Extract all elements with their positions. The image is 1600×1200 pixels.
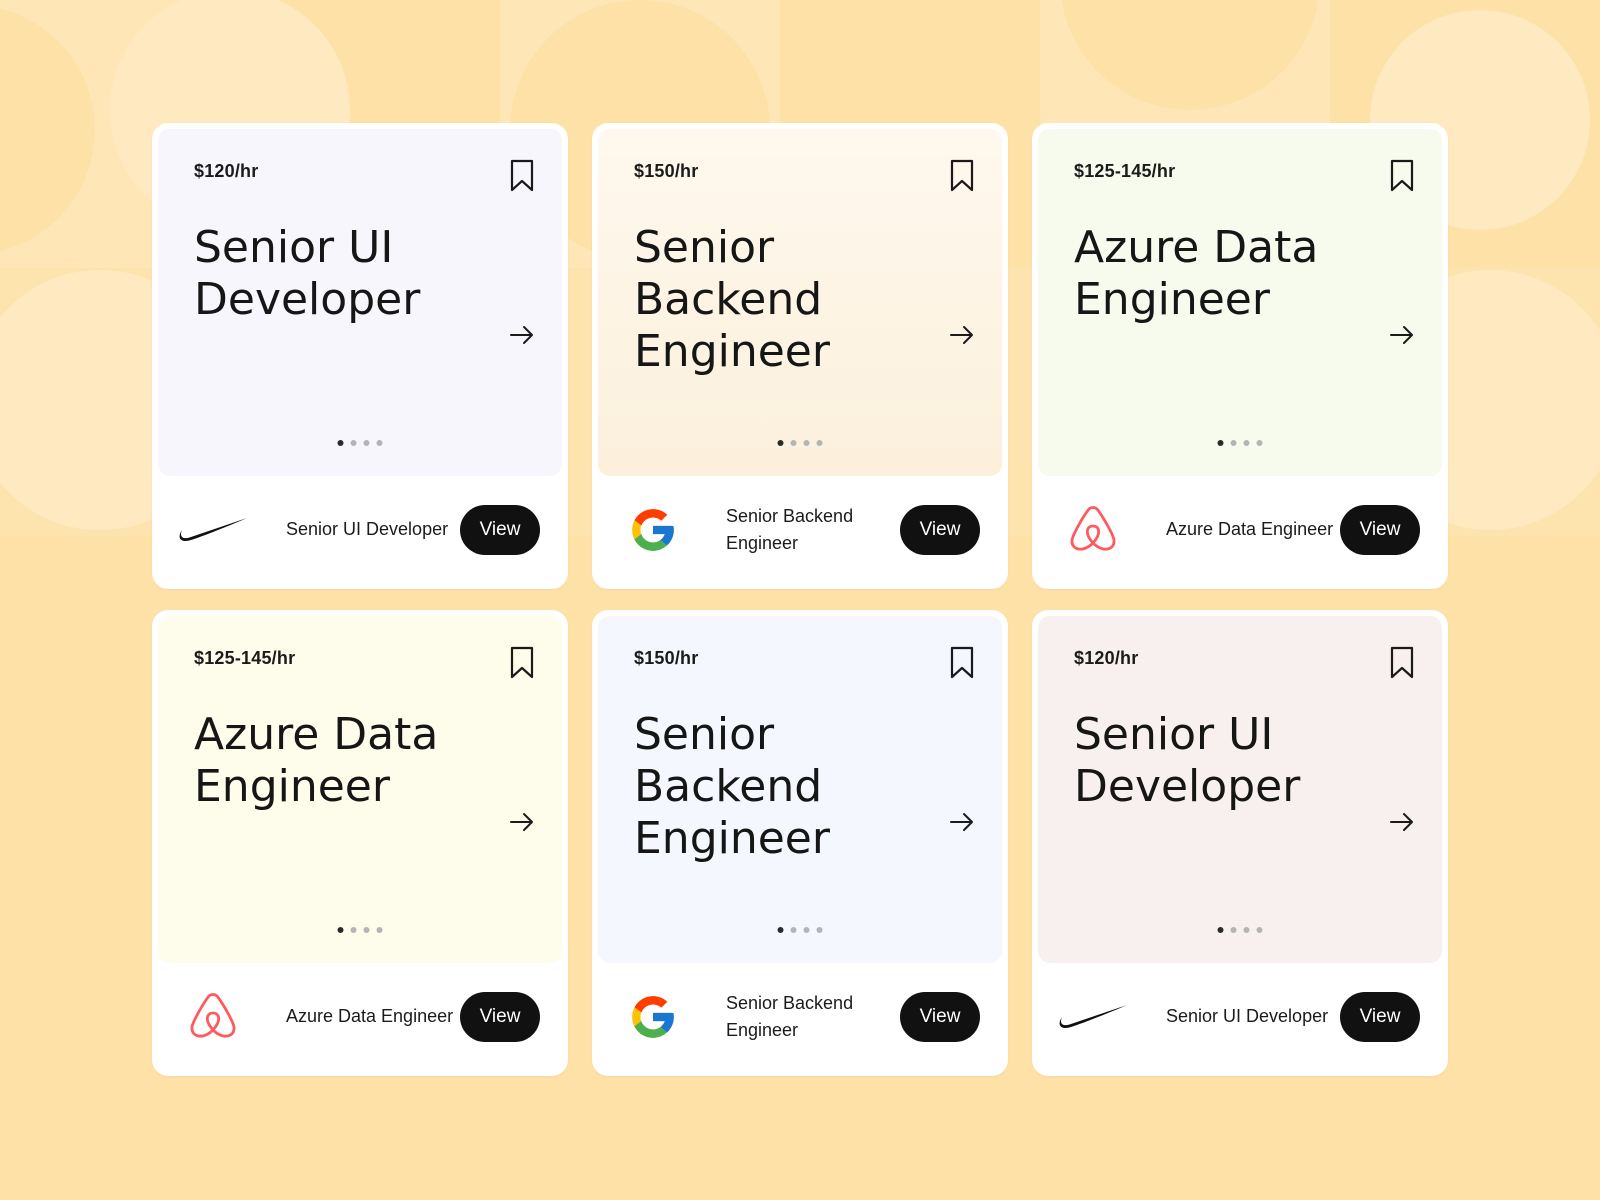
carousel-dot-active[interactable] bbox=[1217, 440, 1224, 446]
bookmark-icon[interactable] bbox=[510, 159, 534, 193]
carousel-dot[interactable] bbox=[803, 927, 810, 933]
arrow-right-icon[interactable] bbox=[948, 812, 976, 832]
job-card-footer: Senior Backend Engineer View bbox=[598, 476, 1002, 583]
job-card[interactable]: $150/hr Senior Backend Engineer Senior B… bbox=[592, 610, 1008, 1076]
carousel-dots bbox=[777, 927, 823, 933]
google-logo bbox=[618, 990, 688, 1044]
carousel-dots bbox=[1217, 927, 1263, 933]
airbnb-logo bbox=[1058, 503, 1128, 557]
carousel-dot[interactable] bbox=[790, 927, 797, 933]
carousel-dot[interactable] bbox=[803, 440, 810, 446]
view-button[interactable]: View bbox=[460, 991, 540, 1042]
google-logo bbox=[618, 503, 688, 557]
carousel-dots bbox=[337, 440, 383, 446]
job-card-footer: Azure Data Engineer View bbox=[1038, 476, 1442, 583]
bookmark-icon[interactable] bbox=[510, 646, 534, 680]
carousel-dot[interactable] bbox=[363, 440, 370, 446]
arrow-right-icon[interactable] bbox=[508, 812, 536, 832]
carousel-dot[interactable] bbox=[376, 927, 383, 933]
carousel-dot[interactable] bbox=[350, 927, 357, 933]
view-button[interactable]: View bbox=[1340, 504, 1420, 555]
bookmark-icon[interactable] bbox=[950, 159, 974, 193]
job-card-footer: Senior Backend Engineer View bbox=[598, 963, 1002, 1070]
job-title: Azure Data Engineer bbox=[194, 709, 439, 812]
job-card[interactable]: $120/hr Senior UI Developer Senior UI De… bbox=[152, 123, 568, 589]
job-card[interactable]: $125-145/hr Azure Data Engineer Azure Da… bbox=[152, 610, 568, 1076]
company-job-title: Azure Data Engineer bbox=[286, 1006, 454, 1026]
job-title: Senior UI Developer bbox=[1074, 709, 1301, 812]
job-card-footer: Senior UI Developer View bbox=[158, 476, 562, 583]
nike-logo bbox=[178, 503, 248, 557]
job-title: Azure Data Engineer bbox=[1074, 222, 1319, 325]
job-card-preview[interactable]: $120/hr Senior UI Developer bbox=[158, 129, 562, 476]
job-card[interactable]: $120/hr Senior UI Developer Senior UI De… bbox=[1032, 610, 1448, 1076]
carousel-dot-active[interactable] bbox=[777, 440, 784, 446]
carousel-dots bbox=[337, 927, 383, 933]
hourly-rate: $150/hr bbox=[634, 161, 699, 181]
nike-logo bbox=[1058, 990, 1128, 1044]
job-card-preview[interactable]: $150/hr Senior Backend Engineer bbox=[598, 616, 1002, 963]
carousel-dot[interactable] bbox=[816, 440, 823, 446]
carousel-dot[interactable] bbox=[363, 927, 370, 933]
carousel-dot-active[interactable] bbox=[337, 440, 344, 446]
hourly-rate: $125-145/hr bbox=[1074, 161, 1176, 181]
airbnb-logo bbox=[178, 990, 248, 1044]
bookmark-icon[interactable] bbox=[1390, 159, 1414, 193]
hourly-rate: $125-145/hr bbox=[194, 648, 296, 668]
company-job-title: Senior UI Developer bbox=[1166, 1006, 1329, 1026]
job-title: Senior UI Developer bbox=[194, 222, 421, 325]
hourly-rate: $120/hr bbox=[1074, 648, 1139, 668]
job-card[interactable]: $125-145/hr Azure Data Engineer Azure Da… bbox=[1032, 123, 1448, 589]
carousel-dot[interactable] bbox=[1256, 440, 1263, 446]
carousel-dot[interactable] bbox=[1230, 440, 1237, 446]
job-card[interactable]: $150/hr Senior Backend Engineer Senior B… bbox=[592, 123, 1008, 589]
company-job-title: Senior Backend Engineer bbox=[726, 992, 854, 1040]
arrow-right-icon[interactable] bbox=[948, 325, 976, 345]
job-card-footer: Senior UI Developer View bbox=[1038, 963, 1442, 1070]
carousel-dots bbox=[1217, 440, 1263, 446]
carousel-dot-active[interactable] bbox=[777, 927, 784, 933]
view-button[interactable]: View bbox=[900, 991, 980, 1042]
bookmark-icon[interactable] bbox=[1390, 646, 1414, 680]
job-card-preview[interactable]: $125-145/hr Azure Data Engineer bbox=[1038, 129, 1442, 476]
view-button[interactable]: View bbox=[460, 504, 540, 555]
company-job-title: Senior Backend Engineer bbox=[726, 505, 854, 553]
job-card-preview[interactable]: $125-145/hr Azure Data Engineer bbox=[158, 616, 562, 963]
carousel-dot[interactable] bbox=[350, 440, 357, 446]
view-button[interactable]: View bbox=[900, 504, 980, 555]
carousel-dot-active[interactable] bbox=[337, 927, 344, 933]
job-title: Senior Backend Engineer bbox=[634, 222, 830, 377]
job-title: Senior Backend Engineer bbox=[634, 709, 830, 864]
view-button[interactable]: View bbox=[1340, 991, 1420, 1042]
arrow-right-icon[interactable] bbox=[508, 325, 536, 345]
arrow-right-icon[interactable] bbox=[1388, 325, 1416, 345]
job-card-preview[interactable]: $150/hr Senior Backend Engineer bbox=[598, 129, 1002, 476]
job-card-preview[interactable]: $120/hr Senior UI Developer bbox=[1038, 616, 1442, 963]
carousel-dot[interactable] bbox=[816, 927, 823, 933]
company-job-title: Azure Data Engineer bbox=[1166, 519, 1334, 539]
hourly-rate: $150/hr bbox=[634, 648, 699, 668]
carousel-dot[interactable] bbox=[376, 440, 383, 446]
carousel-dot[interactable] bbox=[1256, 927, 1263, 933]
job-card-footer: Azure Data Engineer View bbox=[158, 963, 562, 1070]
hourly-rate: $120/hr bbox=[194, 161, 259, 181]
carousel-dot-active[interactable] bbox=[1217, 927, 1224, 933]
carousel-dot[interactable] bbox=[1243, 440, 1250, 446]
carousel-dot[interactable] bbox=[790, 440, 797, 446]
arrow-right-icon[interactable] bbox=[1388, 812, 1416, 832]
carousel-dot[interactable] bbox=[1243, 927, 1250, 933]
job-card-grid: $120/hr Senior UI Developer Senior UI De… bbox=[152, 123, 1448, 1076]
carousel-dot[interactable] bbox=[1230, 927, 1237, 933]
carousel-dots bbox=[777, 440, 823, 446]
bookmark-icon[interactable] bbox=[950, 646, 974, 680]
company-job-title: Senior UI Developer bbox=[286, 519, 449, 539]
